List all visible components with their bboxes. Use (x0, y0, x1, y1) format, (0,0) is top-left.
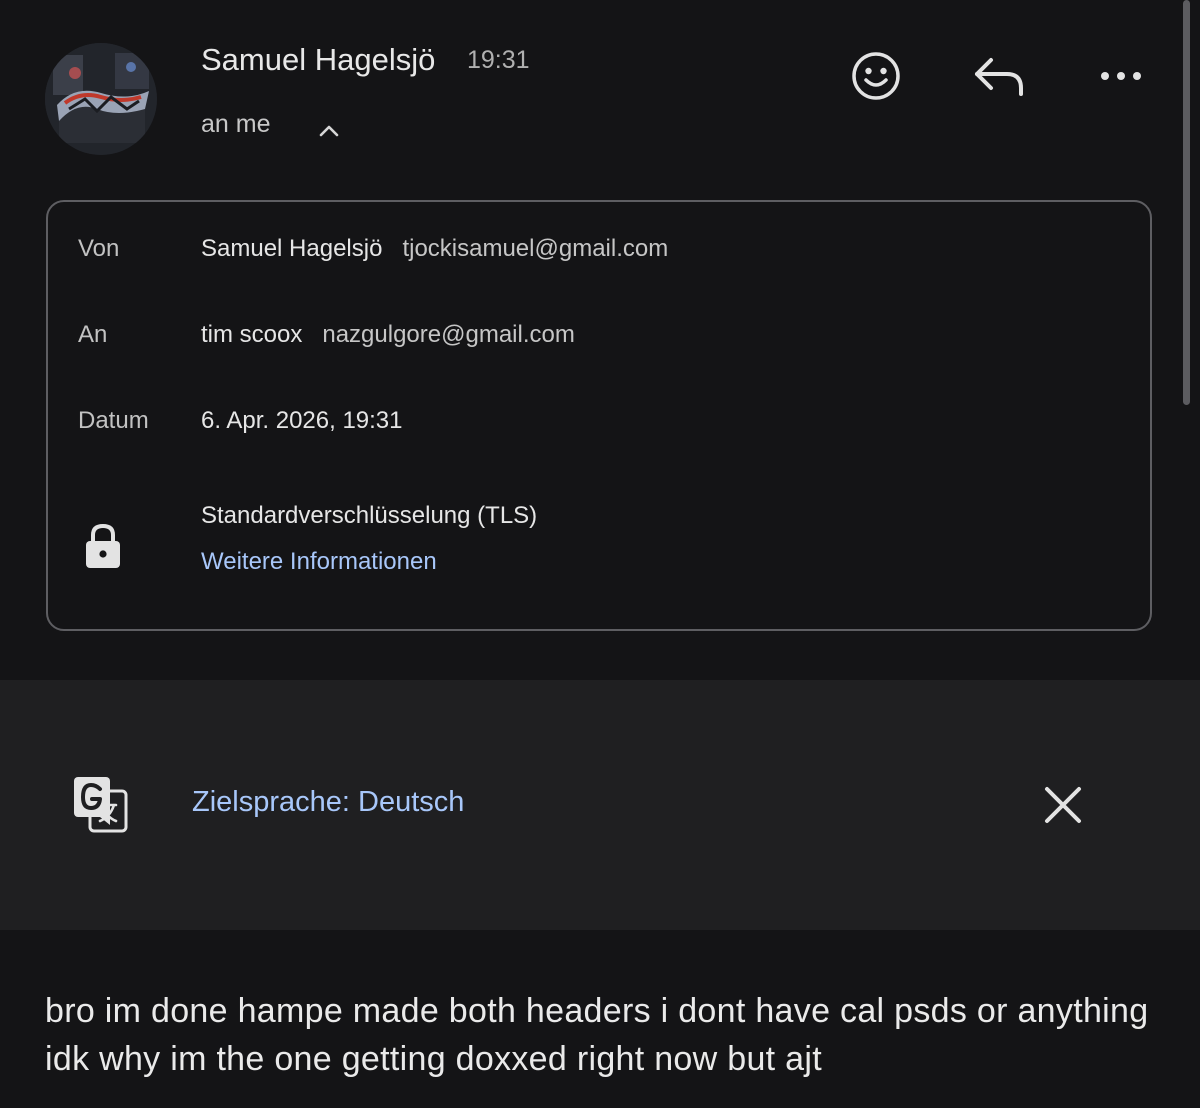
to-label: An (78, 321, 108, 348)
translate-icon (74, 777, 128, 833)
recipients-summary[interactable]: an me (201, 110, 270, 139)
date-label: Datum (78, 407, 149, 434)
more-horizontal-icon (1101, 72, 1141, 80)
encryption-info: Standardverschlüsselung (TLS) (201, 502, 538, 529)
close-icon[interactable] (1042, 784, 1084, 826)
to-value: tim scoox nazgulgore@gmail.com (201, 321, 575, 349)
from-name: Samuel Hagelsjö (201, 235, 383, 262)
more-info-link[interactable]: Weitere Informationen (201, 548, 437, 576)
from-email[interactable]: tjockisamuel@gmail.com (402, 235, 668, 262)
emoji-reaction-button[interactable] (848, 48, 904, 104)
avatar-graffiti-image (45, 43, 157, 155)
to-name: tim scoox (201, 321, 303, 348)
message-body: bro im done hampe made both headers i do… (45, 992, 1149, 1078)
target-language-selector[interactable]: Zielsprache: Deutsch (192, 786, 464, 819)
sender-avatar[interactable] (45, 43, 157, 155)
translate-bar (0, 680, 1200, 930)
more-options-button[interactable] (1093, 48, 1149, 104)
from-label: Von (78, 235, 120, 262)
email-view: Samuel Hagelsjö 19:31 an me Von Samuel H… (0, 0, 1200, 1108)
chevron-up-icon[interactable] (316, 118, 342, 144)
sender-name[interactable]: Samuel Hagelsjö (201, 42, 435, 78)
lock-icon (86, 523, 120, 568)
sender-time: 19:31 (467, 46, 530, 74)
reply-icon (975, 58, 1023, 96)
smiley-icon (852, 52, 900, 100)
from-value: Samuel Hagelsjö tjockisamuel@gmail.com (201, 235, 668, 263)
reply-button[interactable] (971, 48, 1027, 104)
date-value: 6. Apr. 2026, 19:31 (201, 407, 403, 434)
scrollbar[interactable] (1183, 0, 1190, 405)
to-email[interactable]: nazgulgore@gmail.com (322, 321, 574, 348)
